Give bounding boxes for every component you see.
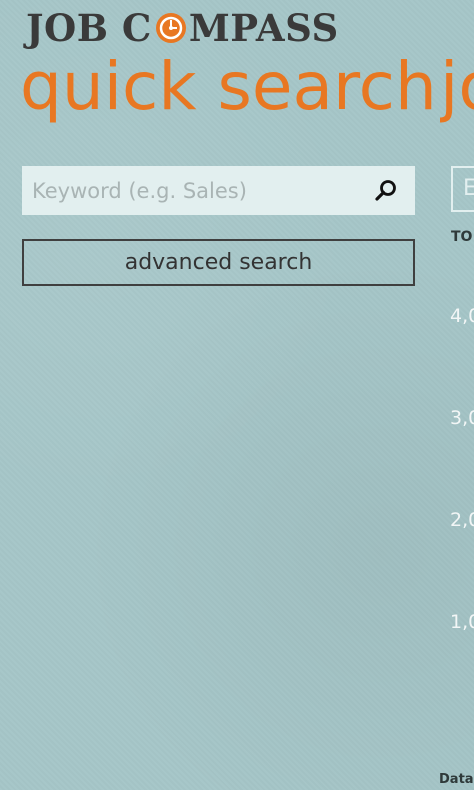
search-input[interactable] xyxy=(22,166,372,215)
next-panel-title-peek[interactable]: jo xyxy=(440,44,474,130)
next-panel-tick-label: 2,0 xyxy=(450,509,474,531)
next-panel-header-peek: TO xyxy=(451,229,473,245)
search-icon[interactable] xyxy=(373,178,399,204)
search-box[interactable] xyxy=(22,166,415,215)
advanced-search-button[interactable]: advanced search xyxy=(22,239,415,286)
next-panel-tick-label: 3,0 xyxy=(450,407,474,429)
next-panel-field-peek[interactable]: E xyxy=(451,166,474,212)
next-panel-footer-peek: Data xyxy=(439,772,474,787)
next-panel-tick-label: 4,0 xyxy=(450,305,474,327)
next-panel-tick-label: 1,0 xyxy=(450,611,474,633)
compass-icon xyxy=(155,13,186,43)
page-title: quick search xyxy=(20,48,437,125)
